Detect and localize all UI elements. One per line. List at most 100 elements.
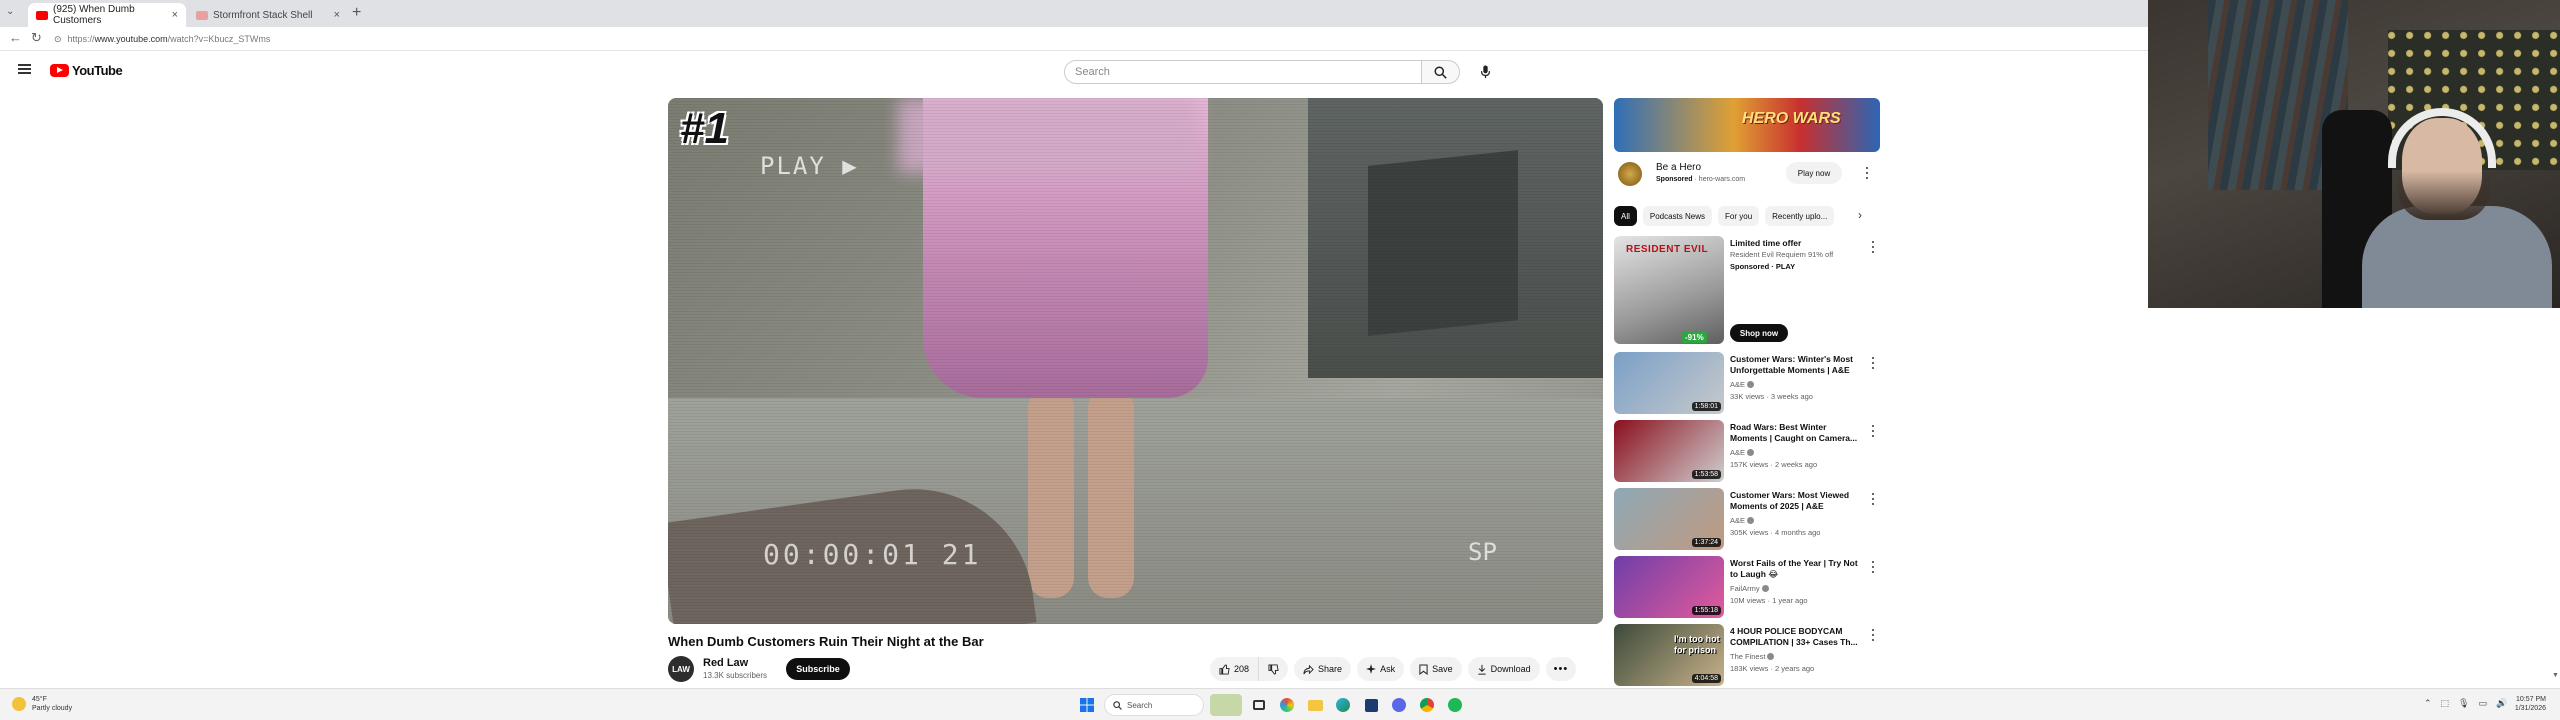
dislike-button[interactable] (1259, 657, 1289, 681)
recommendation-item[interactable]: 1:58:01 Customer Wars: Winter's Most Unf… (1614, 352, 1880, 416)
tray-app-icon[interactable]: ⬚ (2441, 698, 2450, 709)
terminal-app-icon[interactable] (1360, 694, 1382, 716)
task-view-icon[interactable] (1248, 694, 1270, 716)
item-channel: The Finest (1730, 652, 1775, 661)
bookmark-icon (1419, 664, 1428, 675)
item-channel: A&E (1730, 380, 1755, 389)
widgets-icon[interactable] (1210, 694, 1242, 716)
tab-stormfront[interactable]: Stormfront Stack Shell × (188, 3, 348, 27)
download-button[interactable]: Download (1467, 657, 1540, 681)
save-button[interactable]: Save (1410, 657, 1462, 681)
edge-browser-icon[interactable] (1332, 694, 1354, 716)
recommendation-item[interactable]: 1:53:58 Road Wars: Best Winter Moments |… (1614, 420, 1880, 484)
channel-name[interactable]: Red Law (703, 657, 748, 669)
more-vertical-icon[interactable] (1868, 356, 1878, 370)
microphone-icon[interactable]: 🎙 (2458, 698, 2469, 709)
weather-widget[interactable]: 45°F Partly cloudy (12, 695, 72, 713)
scroll-down-arrow-icon[interactable]: ▼ (2552, 672, 2559, 679)
share-icon (1303, 664, 1314, 674)
voice-search-button[interactable] (1472, 60, 1498, 84)
weather-text: 45°F Partly cloudy (32, 696, 73, 712)
play-now-button[interactable]: Play now (1786, 162, 1842, 184)
share-button[interactable]: Share (1294, 657, 1352, 681)
video-player[interactable]: #1 PLAY ▶ 00:00:01 21 SP (668, 98, 1603, 624)
windows-start-icon[interactable] (1076, 694, 1098, 716)
sponsored-item[interactable]: RESIDENT EVIL -91% Limited time offer Re… (1614, 236, 1880, 346)
thumbnail-text: I'm too hot for prison (1674, 634, 1720, 655)
ad-banner[interactable]: HERO WARS (1614, 98, 1880, 152)
network-icon[interactable]: ▭ (2479, 698, 2488, 709)
chip-all[interactable]: All (1614, 206, 1637, 226)
verified-icon (1747, 381, 1755, 388)
item-meta: 305K views · 4 months ago (1730, 528, 1821, 537)
chip-podcasts-news[interactable]: Podcasts News (1642, 206, 1713, 226)
spotify-app-icon[interactable] (1444, 694, 1466, 716)
more-vertical-icon[interactable] (1868, 628, 1878, 642)
close-tab-icon[interactable]: × (172, 9, 178, 21)
subscribe-button[interactable]: Subscribe (786, 658, 850, 680)
like-button[interactable]: 208 (1210, 657, 1260, 681)
search-button[interactable] (1422, 60, 1460, 84)
clock[interactable]: 10:57 PM 1/31/2026 (2496, 695, 2546, 713)
video-title: When Dumb Customers Ruin Their Night at … (668, 634, 984, 649)
item-meta: 157K views · 2 weeks ago (1730, 460, 1818, 469)
youtube-header: YouTube Search (0, 51, 2148, 93)
photos-app-icon[interactable] (1276, 694, 1298, 716)
video-thumbnail[interactable]: RESIDENT EVIL (1614, 236, 1724, 344)
ask-button[interactable]: Ask (1357, 657, 1405, 681)
chevron-right-icon[interactable]: › (1858, 208, 1862, 222)
verified-icon (1761, 585, 1769, 592)
messenger-app-icon[interactable] (1388, 694, 1410, 716)
tab-title: Stormfront Stack Shell (213, 9, 313, 21)
site-info-icon[interactable]: ⊙ (54, 34, 62, 45)
youtube-favicon-icon (36, 10, 48, 20)
ask-label: Ask (1380, 664, 1396, 674)
video-duration: 4:04:58 (1691, 674, 1721, 683)
download-label: Download (1490, 664, 1531, 674)
video-thumbnail[interactable]: 1:53:58 (1614, 420, 1724, 482)
search-input[interactable]: Search (1064, 60, 1422, 84)
more-vertical-icon[interactable] (1862, 166, 1872, 180)
tab-youtube[interactable]: (925) When Dumb Customers × (28, 3, 186, 27)
taskbar-search[interactable]: Search (1104, 694, 1204, 716)
more-vertical-icon[interactable] (1868, 424, 1878, 438)
video-thumbnail[interactable]: 1:55:18 (1614, 556, 1724, 618)
page-favicon-icon (196, 10, 208, 20)
more-actions-button[interactable]: ••• (1545, 657, 1577, 681)
video-thumbnail[interactable]: 1:58:01 (1614, 352, 1724, 414)
tab-search-icon[interactable]: ⌄ (6, 6, 14, 17)
video-duration: 1:53:58 (1691, 470, 1721, 479)
close-tab-icon[interactable]: × (334, 9, 340, 21)
subscriber-count: 13.3K subscribers (703, 671, 768, 680)
ad-banner-logo: HERO WARS (1742, 110, 1841, 127)
recommendation-item[interactable]: 1:37:24 Customer Wars: Most Viewed Momen… (1614, 488, 1880, 552)
shop-now-button[interactable]: Shop now (1730, 324, 1788, 342)
url-field[interactable]: ⊙ https://www.youtube.com/watch?v=Kbucz_… (54, 30, 954, 48)
recommendation-item[interactable]: I'm too hot for prison 4:04:58 4 HOUR PO… (1614, 624, 1880, 688)
recommendation-item[interactable]: 1:55:18 Worst Fails of the Year | Try No… (1614, 556, 1880, 620)
thumbs-down-icon (1268, 663, 1279, 675)
youtube-logo[interactable]: YouTube (50, 63, 123, 78)
ad-title[interactable]: Be a Hero (1656, 162, 1701, 173)
video-duration: 1:55:18 (1691, 606, 1721, 615)
chip-for-you[interactable]: For you (1718, 206, 1760, 226)
address-bar: ← ↻ ⊙ https://www.youtube.com/watch?v=Kb… (0, 27, 2148, 51)
back-icon[interactable]: ← (9, 30, 22, 45)
reload-icon[interactable]: ↻ (31, 30, 42, 46)
video-actions: 208 Share Ask Save Download ••• (1210, 657, 1577, 681)
file-explorer-icon[interactable] (1304, 694, 1326, 716)
chip-recently-uploaded[interactable]: Recently uplo... (1765, 206, 1835, 226)
new-tab-icon[interactable]: + (352, 4, 361, 22)
video-thumbnail[interactable]: 1:37:24 (1614, 488, 1724, 550)
more-vertical-icon[interactable] (1868, 492, 1878, 506)
chrome-browser-icon[interactable] (1416, 694, 1438, 716)
more-vertical-icon[interactable] (1868, 240, 1878, 254)
item-subtitle: Resident Evil Requiem 91% off (1730, 250, 1834, 259)
menu-icon[interactable] (18, 64, 31, 74)
channel-avatar[interactable]: LAW (668, 656, 694, 682)
advertiser-icon[interactable] (1618, 162, 1642, 186)
tray-overflow-icon[interactable]: ⌃ (2424, 698, 2432, 709)
more-vertical-icon[interactable] (1868, 560, 1878, 574)
item-title: 4 HOUR POLICE BODYCAM COMPILATION | 33+ … (1730, 626, 1858, 647)
video-thumbnail[interactable]: I'm too hot for prison 4:04:58 (1614, 624, 1724, 686)
